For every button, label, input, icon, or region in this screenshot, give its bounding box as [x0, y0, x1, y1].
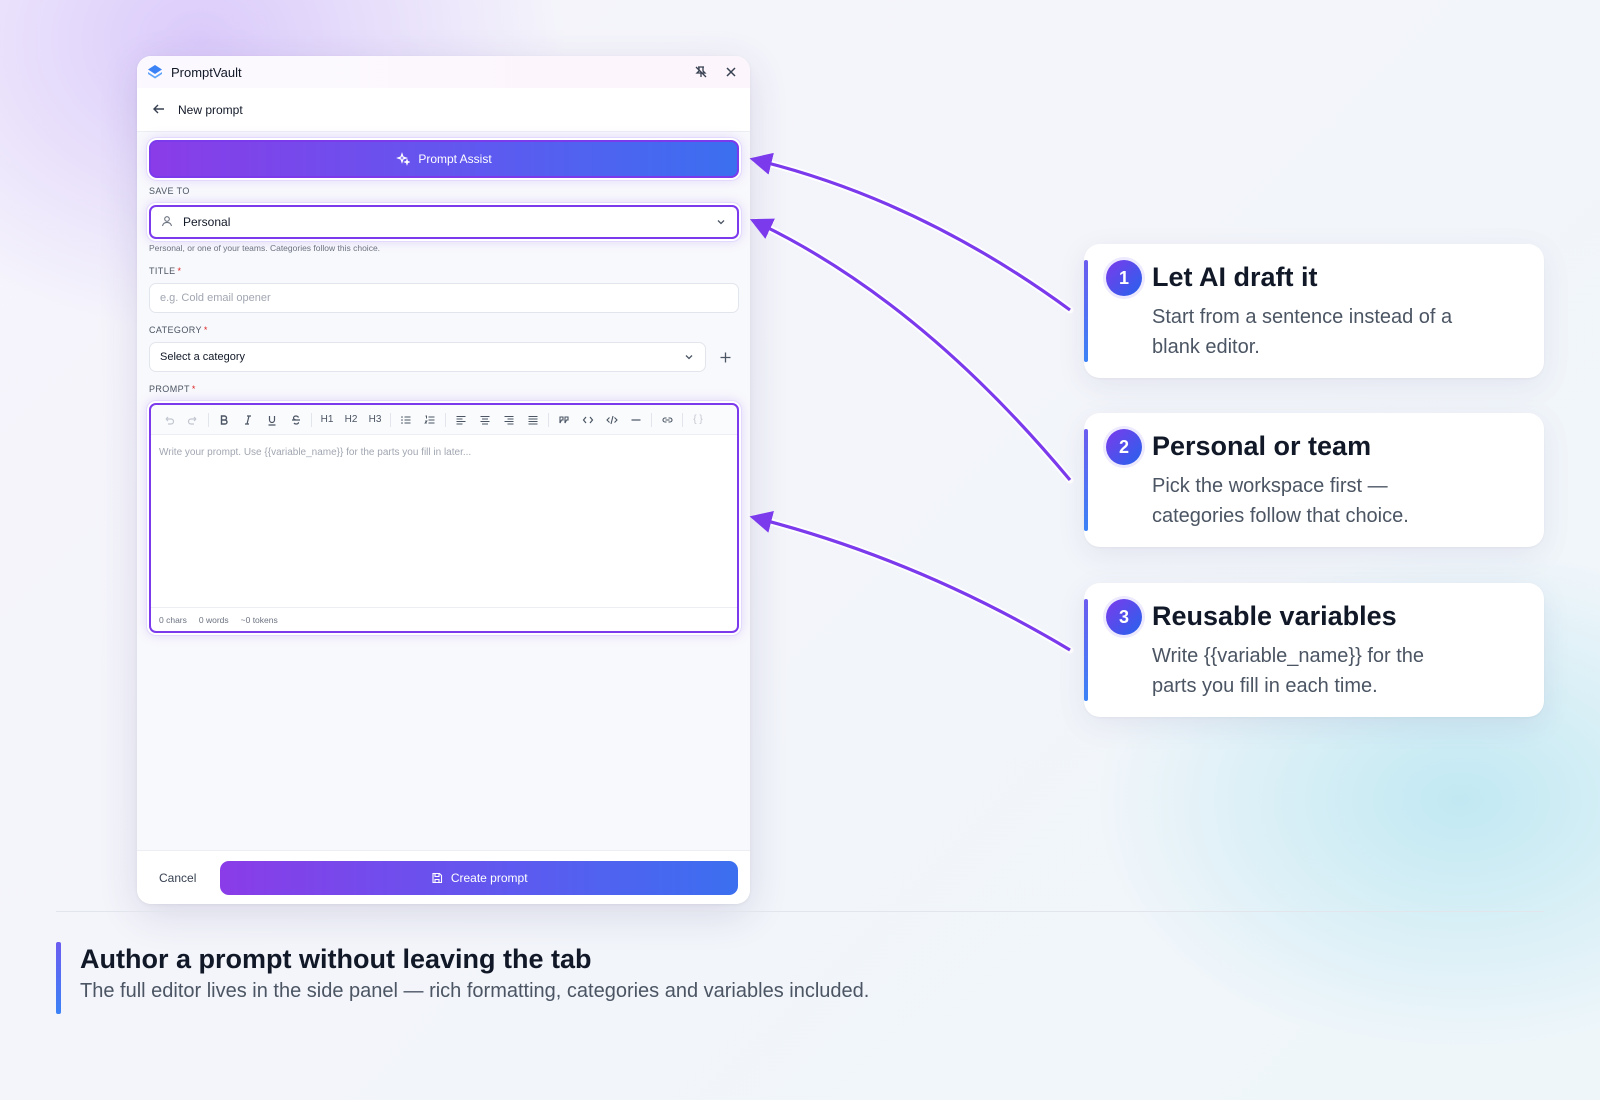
heading-3-icon[interactable]: H3 — [363, 409, 387, 431]
heading-1-icon[interactable]: H1 — [315, 409, 339, 431]
align-left-icon[interactable] — [449, 409, 473, 431]
title-label: TITLE * — [149, 266, 182, 276]
save-to-helper: Personal, or one of your teams. Categori… — [149, 243, 381, 253]
category-value: Select a category — [160, 351, 245, 363]
step-badge: 1 — [1106, 260, 1142, 296]
plus-icon — [720, 352, 730, 362]
save-to-select[interactable]: Personal — [149, 205, 739, 239]
editor-counts: 0 chars 0 words ~0 tokens — [151, 607, 737, 631]
unpin-icon[interactable] — [692, 63, 710, 81]
arrow-1 — [752, 156, 1074, 314]
create-prompt-button[interactable]: Create prompt — [220, 860, 738, 895]
toolbar-divider — [311, 412, 312, 427]
align-justify-icon[interactable] — [521, 409, 545, 431]
cancel-button[interactable]: Cancel — [159, 871, 196, 885]
close-icon[interactable] — [722, 63, 740, 81]
toolbar-divider — [651, 412, 652, 427]
prompt-editor[interactable]: H1 H2 H3 { } Write your prompt. Use {{va… — [149, 403, 739, 633]
sparkles-icon — [396, 152, 411, 166]
caption-subtitle: The full editor lives in the side panel … — [80, 980, 870, 1002]
prompt-placeholder: Write your prompt. Use {{variable_name}}… — [159, 447, 472, 458]
category-label: CATEGORY * — [149, 325, 208, 335]
arrow-3-line — [749, 511, 1071, 652]
callout-card-1: 1 Let AI draft it Start from a sentence … — [1084, 244, 1544, 378]
create-prompt-label: Create prompt — [450, 870, 528, 885]
panel-footer: Cancel Create prompt — [137, 850, 750, 904]
chevron-down-icon — [715, 216, 727, 228]
prompt-assist-label: Prompt Assist — [418, 152, 492, 166]
save-icon — [432, 872, 442, 883]
code-block-icon[interactable] — [600, 409, 624, 431]
app-name: PromptVault — [171, 64, 242, 80]
caption-title: Author a prompt without leaving the tab — [80, 944, 592, 974]
bold-icon[interactable] — [212, 409, 236, 431]
token-count: ~0 tokens — [240, 614, 278, 625]
callout-body: Write {{variable_name}} for the parts yo… — [1152, 645, 1425, 697]
callout-body: Pick the workspace first — categories fo… — [1152, 475, 1409, 527]
callout-card-2: 2 Personal or team Pick the workspace fi… — [1084, 413, 1544, 547]
horizontal-rule-icon[interactable] — [624, 409, 648, 431]
save-to-value: Personal — [183, 215, 231, 229]
toolbar-divider — [548, 412, 549, 427]
user-icon — [161, 215, 175, 229]
arrow-2 — [752, 218, 1074, 484]
arrow-2-line — [749, 218, 1072, 482]
toolbar-divider — [445, 412, 446, 427]
callout-title: Reusable variables — [1152, 601, 1397, 631]
arrow-1-line — [749, 152, 1071, 312]
back-arrow-icon[interactable] — [152, 102, 168, 118]
toolbar-divider — [390, 412, 391, 427]
underline-icon[interactable] — [260, 409, 284, 431]
title-input[interactable] — [149, 283, 739, 313]
chevron-down-icon — [683, 351, 695, 363]
align-right-icon[interactable] — [497, 409, 521, 431]
char-count: 0 chars — [159, 614, 187, 625]
inline-code-icon[interactable] — [576, 409, 600, 431]
nav-bar: New prompt — [137, 88, 750, 132]
title-bar: PromptVault — [137, 56, 750, 88]
align-center-icon[interactable] — [473, 409, 497, 431]
bullet-list-icon[interactable] — [394, 409, 418, 431]
side-panel: PromptVault New prompt Prompt Assist SAV… — [137, 56, 750, 904]
callout-title: Let AI draft it — [1152, 262, 1318, 292]
word-count: 0 words — [198, 614, 229, 625]
numbered-list-icon[interactable] — [418, 409, 442, 431]
undo-icon[interactable] — [157, 409, 181, 431]
caption-accent-bar — [56, 942, 61, 1014]
callout-title: Personal or team — [1152, 431, 1372, 461]
callout-card-3: 3 Reusable variables Write {{variable_na… — [1084, 583, 1544, 717]
category-select[interactable]: Select a category — [149, 342, 706, 372]
prompt-editor-highlight: H1 H2 H3 { } Write your prompt. Use {{va… — [147, 401, 741, 635]
callout-body: Start from a sentence instead of a blank… — [1152, 306, 1453, 358]
add-category-button[interactable] — [715, 347, 735, 367]
prompt-assist-highlight: Prompt Assist — [147, 138, 741, 180]
insert-variable-icon[interactable]: { } — [686, 409, 710, 431]
redo-icon[interactable] — [181, 409, 205, 431]
editor-toolbar: H1 H2 H3 { } — [151, 405, 737, 435]
toolbar-divider — [208, 412, 209, 427]
save-to-highlight: Personal — [147, 203, 741, 241]
italic-icon[interactable] — [236, 409, 260, 431]
app-logo-icon — [147, 64, 163, 80]
arrow-3 — [752, 514, 1074, 654]
prompt-assist-button[interactable]: Prompt Assist — [149, 140, 739, 178]
heading-2-icon[interactable]: H2 — [339, 409, 363, 431]
step-badge: 3 — [1106, 599, 1142, 635]
strikethrough-icon[interactable] — [284, 409, 308, 431]
prompt-label: PROMPT * — [149, 384, 196, 394]
save-to-label: SAVE TO — [149, 186, 190, 196]
step-badge: 2 — [1106, 429, 1142, 465]
toolbar-divider — [682, 412, 683, 427]
card-accent-bar — [1084, 429, 1088, 531]
card-accent-bar — [1084, 599, 1088, 701]
link-icon[interactable] — [655, 409, 679, 431]
quote-icon[interactable] — [552, 409, 576, 431]
caption-divider — [56, 911, 1544, 912]
page-title: New prompt — [178, 102, 243, 117]
card-accent-bar — [1084, 260, 1088, 362]
